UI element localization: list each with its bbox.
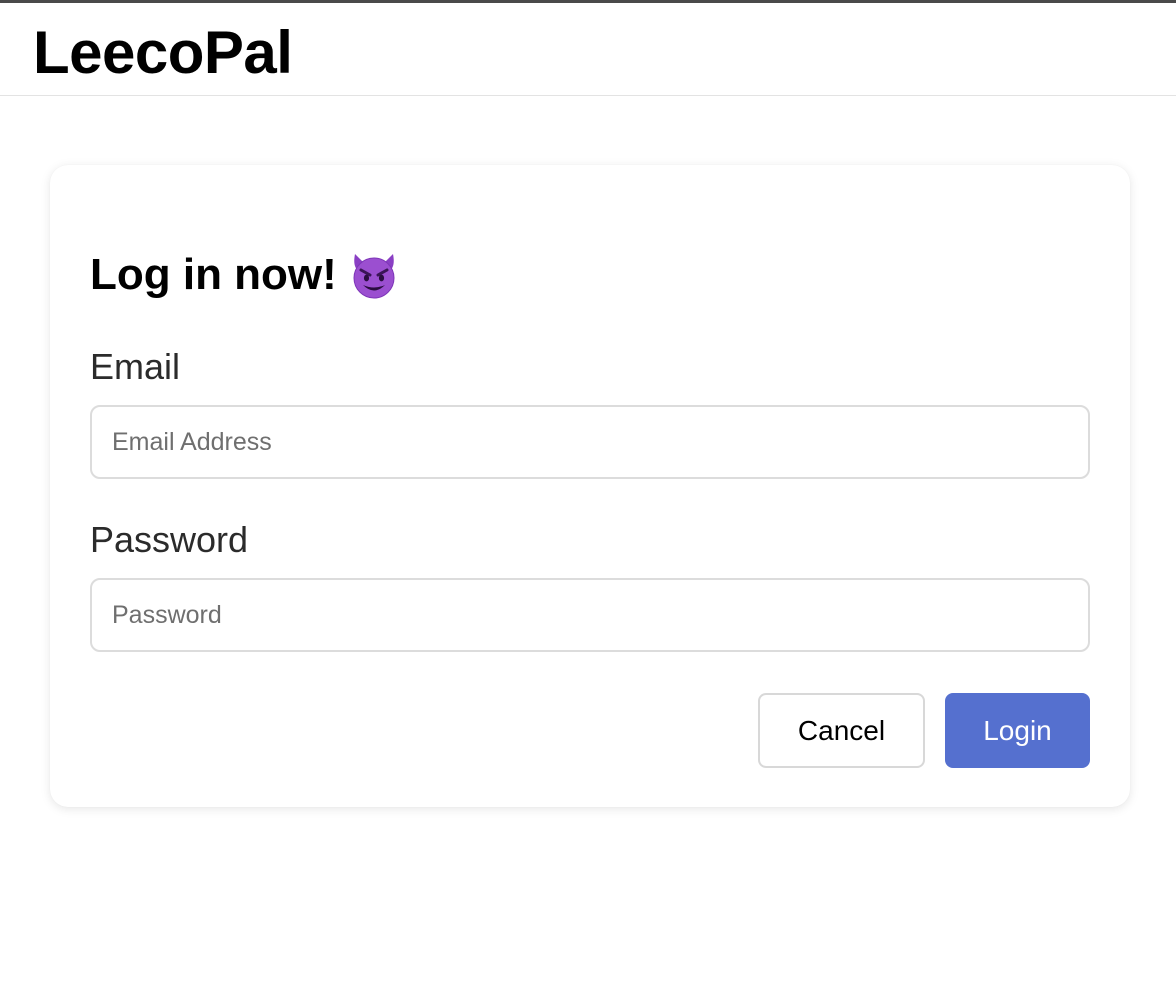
smiling-face-with-horns-icon xyxy=(349,250,399,300)
email-label: Email xyxy=(90,346,181,387)
password-input[interactable] xyxy=(90,578,1090,652)
email-input[interactable] xyxy=(90,405,1090,479)
brand-logo-text[interactable]: LeecoPal xyxy=(33,18,293,88)
login-button[interactable]: Login xyxy=(945,693,1090,768)
login-card: Log in now! Email Password Cance xyxy=(50,165,1130,807)
login-heading-text: Log in now! xyxy=(90,250,337,299)
cancel-button[interactable]: Cancel xyxy=(758,693,925,768)
app-header: LeecoPal xyxy=(0,3,1176,96)
password-label: Password xyxy=(90,519,249,560)
login-heading: Log in now! xyxy=(90,249,399,301)
